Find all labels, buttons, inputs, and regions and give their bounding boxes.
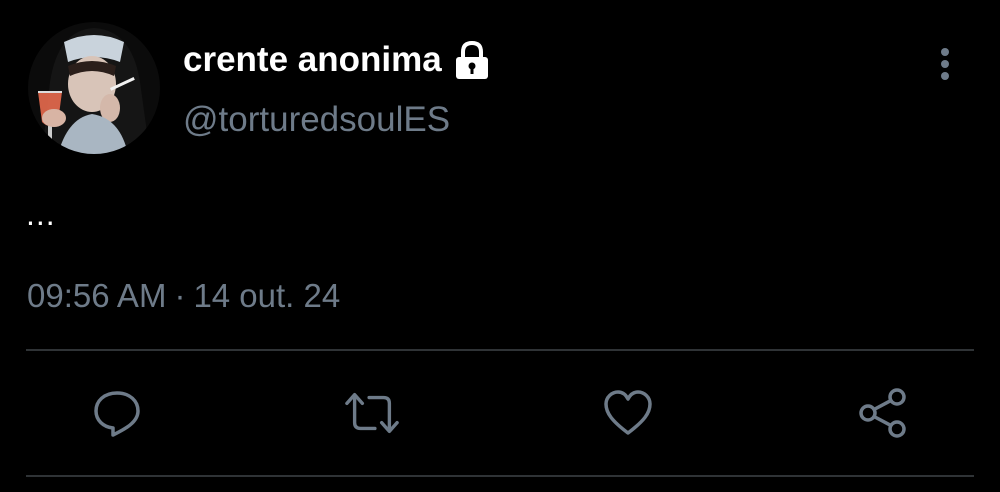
lock-icon [452, 40, 492, 80]
tweet-time: 09:56 AM [27, 277, 167, 314]
more-vertical-icon [941, 48, 949, 80]
share-button[interactable] [855, 385, 911, 441]
divider [26, 349, 974, 351]
retweet-button[interactable] [344, 385, 400, 441]
share-icon [859, 388, 906, 438]
more-options-button[interactable] [924, 42, 966, 86]
heart-icon [604, 390, 652, 435]
avatar[interactable] [28, 22, 160, 154]
meta-separator: · [174, 277, 186, 314]
tweet-meta: 09:56 AM · 14 out. 24 [27, 277, 340, 315]
retweet-icon [345, 392, 399, 434]
divider [26, 475, 974, 477]
avatar-image [28, 22, 160, 154]
display-name[interactable]: crente anonima [183, 40, 442, 80]
reply-button[interactable] [89, 385, 145, 441]
user-handle[interactable]: @torturedsoulES [183, 100, 450, 140]
like-button[interactable] [600, 385, 656, 441]
reply-icon [94, 391, 140, 437]
display-name-row: crente anonima [183, 38, 492, 82]
tweet-text: ... [26, 196, 56, 232]
tweet-date: 14 out. 24 [193, 277, 341, 314]
